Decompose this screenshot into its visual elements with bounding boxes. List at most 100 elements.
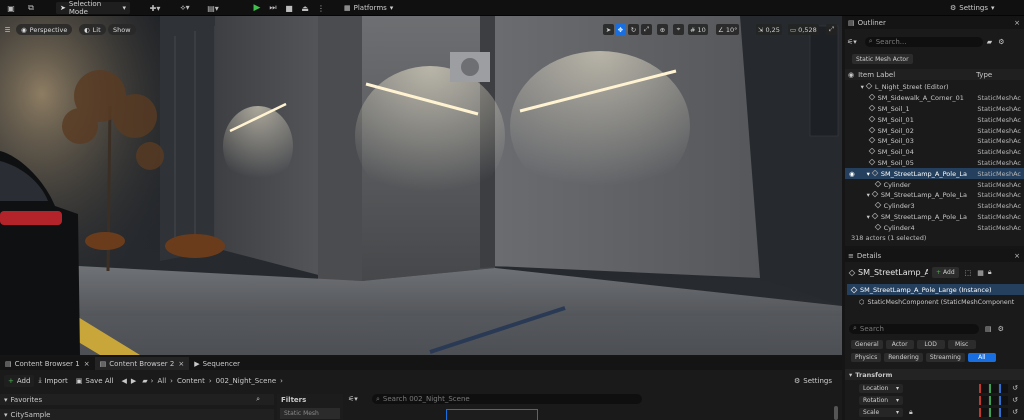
grid-icon[interactable]: ▦ [977, 269, 984, 277]
platforms-dropdown[interactable]: ▦ Platforms ▾ [340, 2, 397, 14]
grid-snap-toggle[interactable]: # 10 [688, 24, 708, 35]
scale-snap-toggle[interactable]: ⇲ 0,25 [756, 24, 782, 35]
outliner-row[interactable]: Cylinder StaticMeshAc [845, 179, 1024, 190]
scale-icon[interactable]: ⤢ [641, 24, 652, 35]
camera-speed-button[interactable]: ▭ 0,528 [788, 24, 819, 35]
y-field[interactable] [989, 395, 999, 405]
transform-dropdown[interactable]: Rotation ▾ [859, 395, 903, 405]
folder-icon[interactable]: ▰ [142, 377, 147, 385]
y-field[interactable] [989, 383, 999, 393]
outliner-row[interactable]: ◉ ▾ SM_StreetLamp_A_Pole_La StaticMeshAc [845, 168, 1024, 180]
gear-icon[interactable]: ⚙ [998, 38, 1004, 46]
lit-button[interactable]: ◐ Lit [79, 24, 106, 35]
gear-icon[interactable]: ⚙ [998, 325, 1004, 333]
outliner-row[interactable]: SM_Soil_02 StaticMeshAc [845, 125, 1024, 136]
chevron-down-icon[interactable]: ▾ [867, 191, 870, 199]
category-chip-general[interactable]: General [851, 340, 883, 349]
category-chip-actor[interactable]: Actor [885, 340, 914, 349]
scrollbar[interactable] [834, 406, 838, 420]
breadcrumb-item[interactable]: 002_Night_Scene [216, 377, 277, 385]
content-icon[interactable]: ⧉ [26, 3, 36, 13]
more-icon[interactable]: ⋮ [316, 3, 326, 13]
tab-content-browser-2[interactable]: ▤ Content Browser 2 × [94, 357, 190, 370]
selection-mode-dropdown[interactable]: ➤ Selection Mode ▾ [56, 0, 130, 16]
tab-sequencer[interactable]: ▶ Sequencer [189, 357, 245, 370]
select-arrow-icon[interactable]: ➤ [603, 24, 614, 35]
asset-tile[interactable] [446, 409, 538, 420]
transform-dropdown[interactable]: Scale ▾ [859, 407, 903, 417]
close-icon[interactable]: × [84, 360, 90, 368]
save-all-button[interactable]: ▣ Save All [72, 375, 118, 387]
add-actor-icon[interactable]: ✚▾ [150, 3, 161, 13]
stop-icon[interactable]: ■ [284, 3, 294, 13]
z-field[interactable] [999, 407, 1009, 417]
outliner-row[interactable]: Cylinder4 StaticMeshAc [845, 222, 1024, 233]
move-icon[interactable]: ✥ [615, 24, 626, 35]
column-item-label[interactable]: Item Label [858, 71, 976, 79]
table-view-icon[interactable]: ▤ [985, 325, 992, 333]
breadcrumb-item[interactable]: All [157, 377, 166, 385]
outliner-search-input[interactable]: ⌕ Search... [864, 36, 983, 47]
category-chip-rendering[interactable]: Rendering [884, 353, 923, 362]
close-icon[interactable]: × [178, 360, 184, 368]
details-search-input[interactable]: ⌕ Search [849, 323, 979, 334]
outliner-tab[interactable]: ▤ Outliner × [845, 16, 1024, 29]
import-button[interactable]: ⤓ Import [34, 375, 71, 387]
outliner-row[interactable]: ▾ L_Night_Street (Editor) [845, 82, 1024, 93]
maximize-icon[interactable]: ⤢ [826, 24, 837, 35]
filter-static-mesh[interactable]: Static Mesh [280, 408, 340, 419]
rotation-snap-toggle[interactable]: ∠ 10° [716, 24, 740, 35]
filter-chip-static-mesh[interactable]: Static Mesh Actor [852, 54, 913, 64]
chevron-down-icon[interactable]: ▾ [867, 170, 870, 178]
reset-icon[interactable]: ↺ [1012, 396, 1018, 404]
transform-dropdown[interactable]: Location ▾ [859, 383, 903, 393]
surface-snap-icon[interactable]: ⌖ [673, 24, 684, 35]
outliner-row[interactable]: SM_Soil_05 StaticMeshAc [845, 158, 1024, 169]
step-icon[interactable]: ⏭ [268, 3, 278, 13]
z-field[interactable] [999, 395, 1009, 405]
x-field[interactable] [979, 383, 989, 393]
level-viewport[interactable]: ☰ ◉ Perspective ◐ Lit Show ➤ ✥ ↻ ⤢ ⊕ ⌖ #… [0, 16, 842, 355]
reset-icon[interactable]: ↺ [1012, 408, 1018, 416]
eye-icon[interactable]: ◉ [848, 71, 854, 79]
outliner-row[interactable]: ▾ SM_StreetLamp_A_Pole_La StaticMeshAc [845, 190, 1024, 201]
transform-section-header[interactable]: ▾ Transform [845, 369, 1024, 380]
back-icon[interactable]: ◀ [122, 377, 127, 385]
eye-icon[interactable]: ◉ [845, 170, 859, 178]
reset-icon[interactable]: ↺ [1012, 384, 1018, 392]
lock-icon[interactable]: 🔒︎ [909, 408, 913, 417]
tab-content-browser-1[interactable]: ▤ Content Browser 1 × [0, 357, 95, 370]
outliner-row[interactable]: SM_Sidewalk_A_Corner_01 StaticMeshAc [845, 93, 1024, 104]
category-chip-streaming[interactable]: Streaming [925, 353, 965, 362]
outliner-row[interactable]: SM_Soil_01 StaticMeshAc [845, 114, 1024, 125]
close-icon[interactable]: × [1014, 19, 1020, 27]
y-field[interactable] [989, 407, 999, 417]
search-icon[interactable]: ⌕ [256, 395, 260, 404]
rotate-icon[interactable]: ↻ [628, 24, 639, 35]
outliner-row[interactable]: SM_Soil_03 StaticMeshAc [845, 136, 1024, 147]
content-settings-button[interactable]: ⚙ Settings [790, 375, 836, 387]
forward-icon[interactable]: ▶ [131, 377, 136, 385]
outliner-row[interactable]: SM_Soil_04 StaticMeshAc [845, 147, 1024, 158]
x-field[interactable] [979, 407, 989, 417]
chevron-down-icon[interactable]: ▾ [861, 83, 864, 91]
lock-icon[interactable]: 🔒︎ [988, 268, 992, 277]
show-button[interactable]: Show [108, 24, 136, 35]
x-field[interactable] [979, 395, 989, 405]
play-icon[interactable]: ▶ [252, 3, 262, 13]
hamburger-icon[interactable]: ☰ [2, 24, 13, 35]
asset-filter-button[interactable]: ⚟▾ [348, 395, 358, 403]
save-icon[interactable]: ▣ [6, 3, 16, 13]
favorites-header[interactable]: ▾ Favorites ⌕ [0, 394, 274, 405]
category-chip-lod[interactable]: LOD [916, 340, 945, 349]
folder-icon[interactable]: ▰ [987, 38, 992, 46]
breadcrumb-item[interactable]: Content [177, 377, 205, 385]
add-component-button[interactable]: + Add [932, 267, 959, 278]
category-chip-all[interactable]: All [967, 353, 996, 362]
citysample-header[interactable]: ▾ CitySample [0, 409, 274, 420]
cinematics-icon[interactable]: ▤▾ [207, 3, 219, 13]
blueprint-icon[interactable]: ⟡▾ [180, 3, 190, 13]
globe-icon[interactable]: ⊕ [657, 24, 668, 35]
component-row[interactable]: ⬡ StaticMeshComponent (StaticMeshCompone… [859, 297, 1024, 307]
category-chip-misc[interactable]: Misc [947, 340, 976, 349]
